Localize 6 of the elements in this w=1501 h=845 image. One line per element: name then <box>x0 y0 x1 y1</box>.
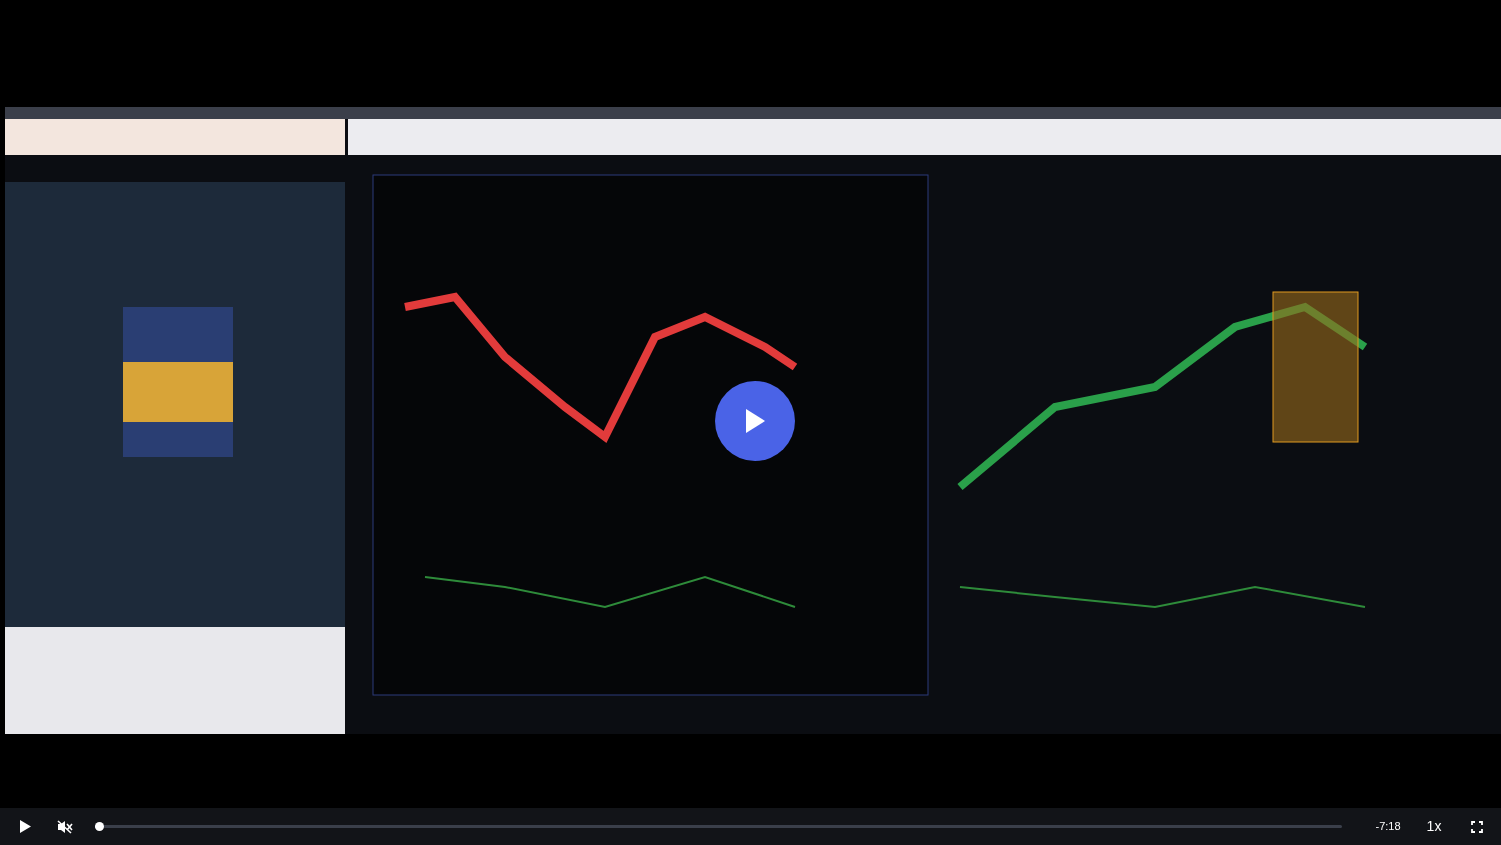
progress-thumb[interactable] <box>94 822 104 831</box>
speed-button[interactable]: 1x <box>1426 816 1442 837</box>
progress-track[interactable] <box>95 825 1342 828</box>
play-icon <box>744 408 766 434</box>
fullscreen-icon <box>1471 820 1484 833</box>
time-remaining: -7:18 <box>1375 819 1401 835</box>
